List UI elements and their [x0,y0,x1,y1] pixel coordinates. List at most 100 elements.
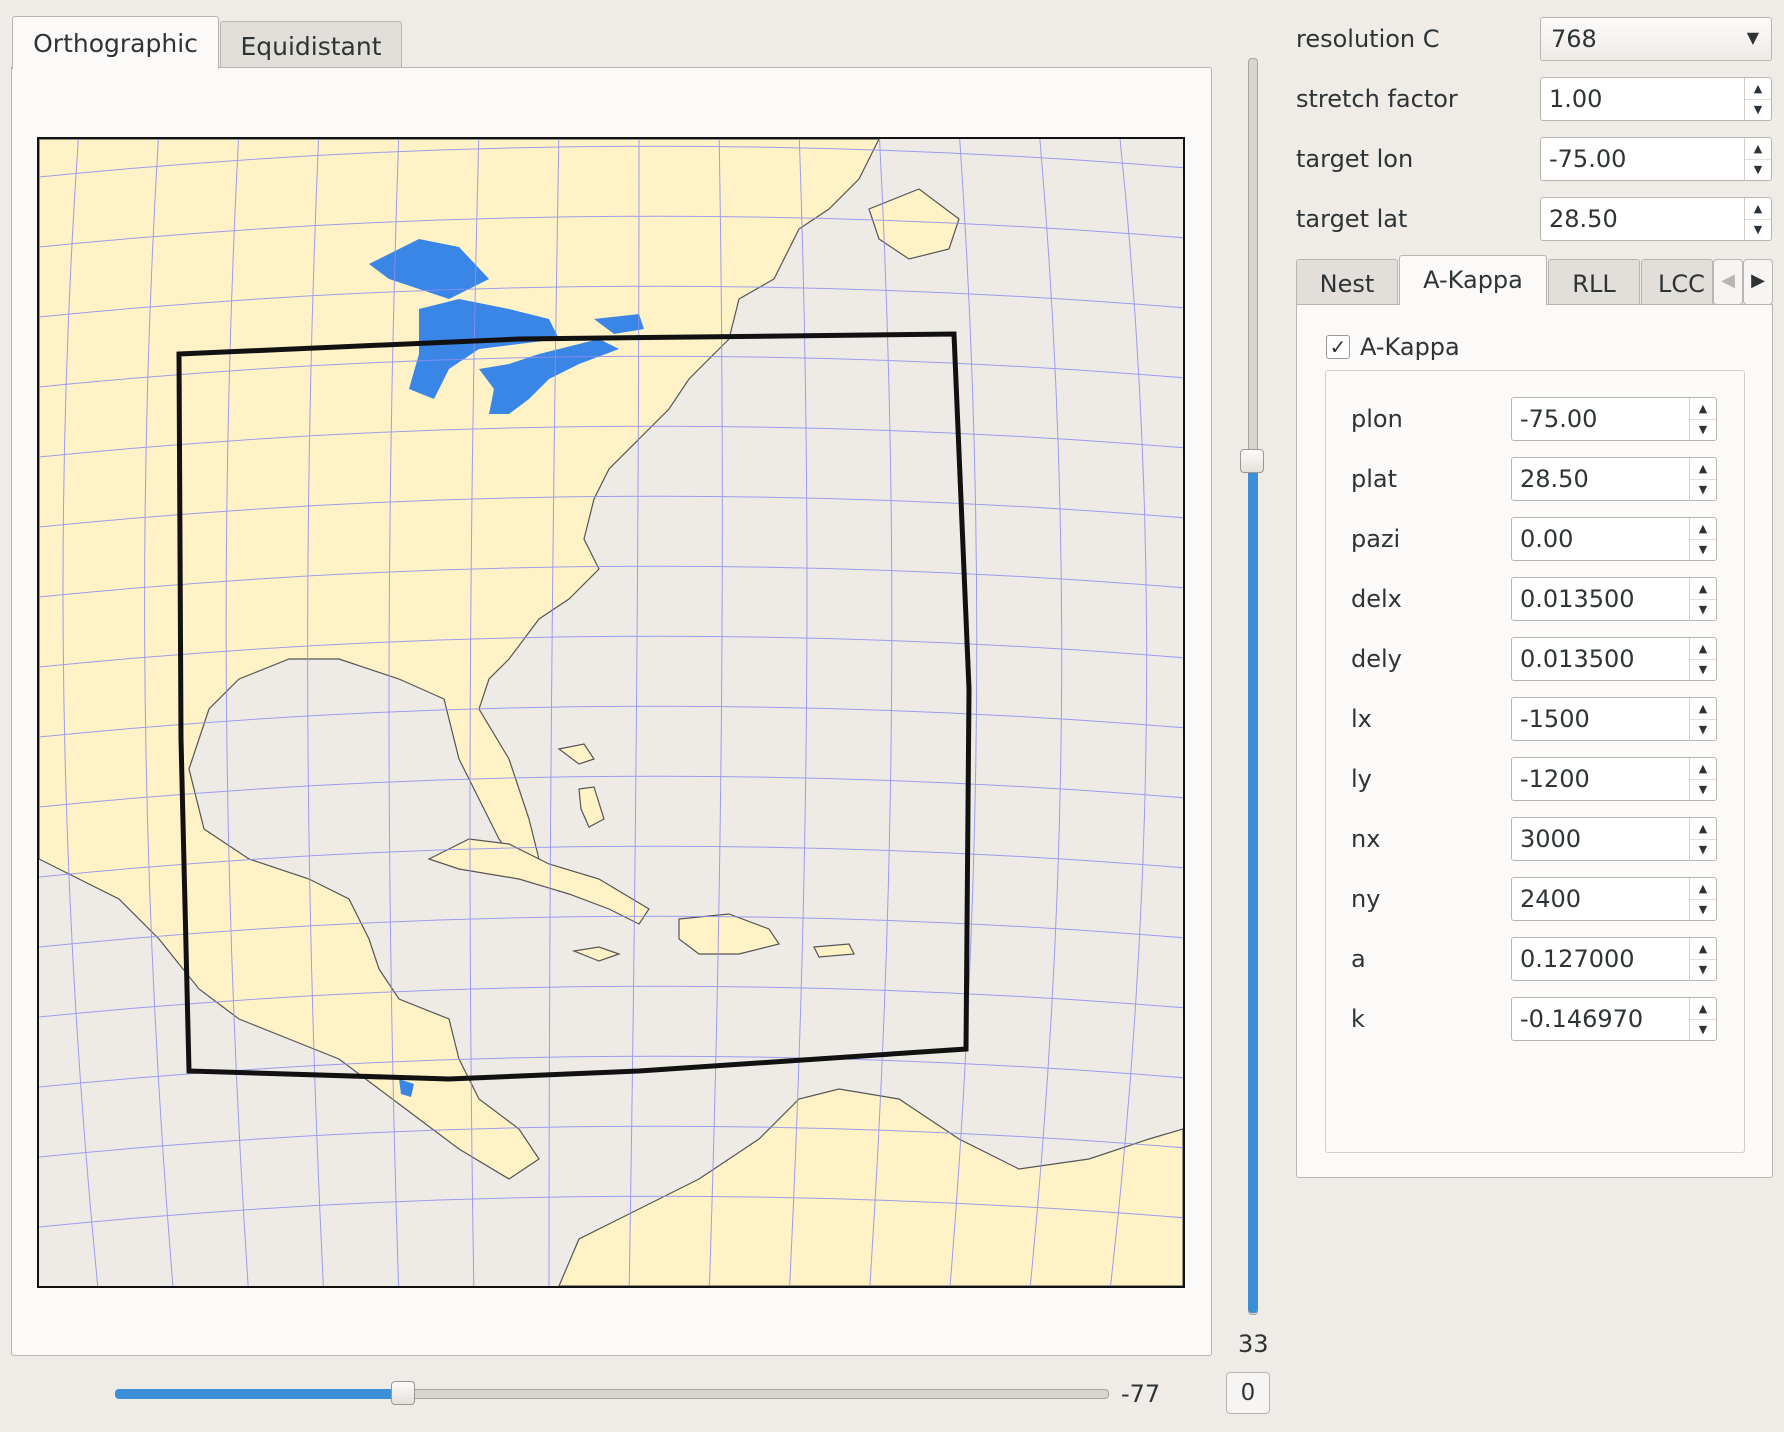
akappa-field-spinbox[interactable]: 3000 ▲ ▼ [1511,817,1717,861]
tab-rll-label: RLL [1572,270,1616,298]
akappa-field-value: -75.00 [1520,405,1598,433]
spin-down-icon[interactable]: ▼ [1690,779,1716,800]
spin-up-icon[interactable]: ▲ [1745,138,1771,160]
akappa-field-stepper[interactable]: ▲ ▼ [1689,578,1716,620]
spin-down-icon[interactable]: ▼ [1690,839,1716,860]
akappa-field-spinbox[interactable]: 0.013500 ▲ ▼ [1511,577,1717,621]
akappa-field-value: 0.013500 [1520,585,1635,613]
akappa-field-stepper[interactable]: ▲ ▼ [1689,878,1716,920]
tab-rll[interactable]: RLL [1548,259,1640,305]
akappa-field-stepper[interactable]: ▲ ▼ [1689,998,1716,1040]
akappa-field-spinbox[interactable]: -1500 ▲ ▼ [1511,697,1717,741]
akappa-field-value: 0.013500 [1520,645,1635,673]
spin-down-icon[interactable]: ▼ [1745,159,1771,180]
spin-down-icon[interactable]: ▼ [1690,479,1716,500]
akappa-field-stepper[interactable]: ▲ ▼ [1689,458,1716,500]
akappa-field-value: 0.00 [1520,525,1574,553]
spin-down-icon[interactable]: ▼ [1690,539,1716,560]
akappa-field-spinbox[interactable]: 0.00 ▲ ▼ [1511,517,1717,561]
akappa-field-value: 0.127000 [1520,945,1635,973]
chevron-right-icon: ▶ [1751,270,1765,291]
tab-akappa[interactable]: A-Kappa [1399,255,1547,305]
akappa-field-stepper[interactable]: ▲ ▼ [1689,698,1716,740]
akappa-checkbox-label: A-Kappa [1360,333,1460,361]
akappa-field-spinbox[interactable]: 0.127000 ▲ ▼ [1511,937,1717,981]
target-lat-spinbox[interactable]: 28.50 ▲ ▼ [1540,197,1772,241]
map-canvas[interactable] [39,139,1183,1286]
akappa-field-stepper[interactable]: ▲ ▼ [1689,398,1716,440]
spin-up-icon[interactable]: ▲ [1690,578,1716,600]
akappa-field-value: -1200 [1520,765,1590,793]
spin-down-icon[interactable]: ▼ [1745,99,1771,120]
spin-down-icon[interactable]: ▼ [1690,899,1716,920]
target-lon-stepper[interactable]: ▲ ▼ [1744,138,1771,180]
stretch-spinbox[interactable]: 1.00 ▲ ▼ [1540,77,1772,121]
spin-down-icon[interactable]: ▼ [1690,1019,1716,1040]
akappa-field-stepper[interactable]: ▲ ▼ [1689,758,1716,800]
tab-nest[interactable]: Nest [1296,259,1398,305]
akappa-field-stepper[interactable]: ▲ ▼ [1689,938,1716,980]
spin-up-icon[interactable]: ▲ [1690,818,1716,840]
akappa-field-label: nx [1351,825,1381,853]
tab-lcc[interactable]: LCC [1641,259,1713,305]
map-view[interactable] [37,137,1185,1288]
vertical-slider-handle[interactable] [1240,449,1264,473]
spin-down-icon[interactable]: ▼ [1690,419,1716,440]
tab-orthographic[interactable]: Orthographic [12,16,219,69]
tab-nest-label: Nest [1319,270,1375,298]
spin-up-icon[interactable]: ▲ [1690,878,1716,900]
akappa-field-spinbox[interactable]: -1200 ▲ ▼ [1511,757,1717,801]
resolution-combo[interactable]: 768 ▼ [1540,17,1772,61]
spin-up-icon[interactable]: ▲ [1745,198,1771,220]
spin-up-icon[interactable]: ▲ [1690,998,1716,1020]
spin-down-icon[interactable]: ▼ [1690,959,1716,980]
horizontal-slider-handle[interactable] [391,1381,415,1405]
akappa-field-label: plon [1351,405,1403,433]
chevron-left-icon: ◀ [1721,270,1735,291]
check-icon: ✓ [1329,335,1347,359]
spin-up-icon[interactable]: ▲ [1690,458,1716,480]
akappa-field-stepper[interactable]: ▲ ▼ [1689,818,1716,860]
akappa-field-stepper[interactable]: ▲ ▼ [1689,638,1716,680]
tab-lcc-label: LCC [1658,270,1705,298]
akappa-field-label: dely [1351,645,1402,673]
akappa-field-spinbox[interactable]: -0.146970 ▲ ▼ [1511,997,1717,1041]
akappa-field-label: ly [1351,765,1372,793]
spin-up-icon[interactable]: ▲ [1690,758,1716,780]
spin-down-icon[interactable]: ▼ [1745,219,1771,240]
akappa-field-label: a [1351,945,1366,973]
target-lat-stepper[interactable]: ▲ ▼ [1744,198,1771,240]
target-lon-spinbox[interactable]: -75.00 ▲ ▼ [1540,137,1772,181]
akappa-field-value: 2400 [1520,885,1582,913]
target-lon-label: target lon [1296,145,1414,173]
akappa-field-spinbox[interactable]: 0.013500 ▲ ▼ [1511,637,1717,681]
tab-equidistant[interactable]: Equidistant [220,21,402,68]
stretch-stepper[interactable]: ▲ ▼ [1744,78,1771,120]
spin-up-icon[interactable]: ▲ [1690,938,1716,960]
akappa-field-label: lx [1351,705,1372,733]
reset-rotation-button[interactable]: 0 [1226,1372,1270,1414]
stretch-value: 1.00 [1549,85,1603,113]
akappa-field-spinbox[interactable]: 28.50 ▲ ▼ [1511,457,1717,501]
spin-down-icon[interactable]: ▼ [1690,659,1716,680]
spin-up-icon[interactable]: ▲ [1690,698,1716,720]
akappa-field-spinbox[interactable]: -75.00 ▲ ▼ [1511,397,1717,441]
spin-down-icon[interactable]: ▼ [1690,599,1716,620]
spin-down-icon[interactable]: ▼ [1690,719,1716,740]
akappa-field-stepper[interactable]: ▲ ▼ [1689,518,1716,560]
spin-up-icon[interactable]: ▲ [1745,78,1771,100]
tab-akappa-label: A-Kappa [1423,266,1523,294]
akappa-field-label: delx [1351,585,1402,613]
target-lon-value: -75.00 [1549,145,1627,173]
tab-scroll-left-button[interactable]: ◀ [1713,259,1743,305]
spin-up-icon[interactable]: ▲ [1690,398,1716,420]
reset-rotation-label: 0 [1240,1380,1256,1406]
resolution-label: resolution C [1296,25,1440,53]
spin-up-icon[interactable]: ▲ [1690,638,1716,660]
akappa-field-spinbox[interactable]: 2400 ▲ ▼ [1511,877,1717,921]
tab-scroll-right-button[interactable]: ▶ [1743,259,1773,305]
spin-up-icon[interactable]: ▲ [1690,518,1716,540]
akappa-checkbox[interactable]: ✓ [1326,335,1350,359]
akappa-field-label: k [1351,1005,1365,1033]
vertical-slider-value: 33 [1238,1330,1269,1358]
